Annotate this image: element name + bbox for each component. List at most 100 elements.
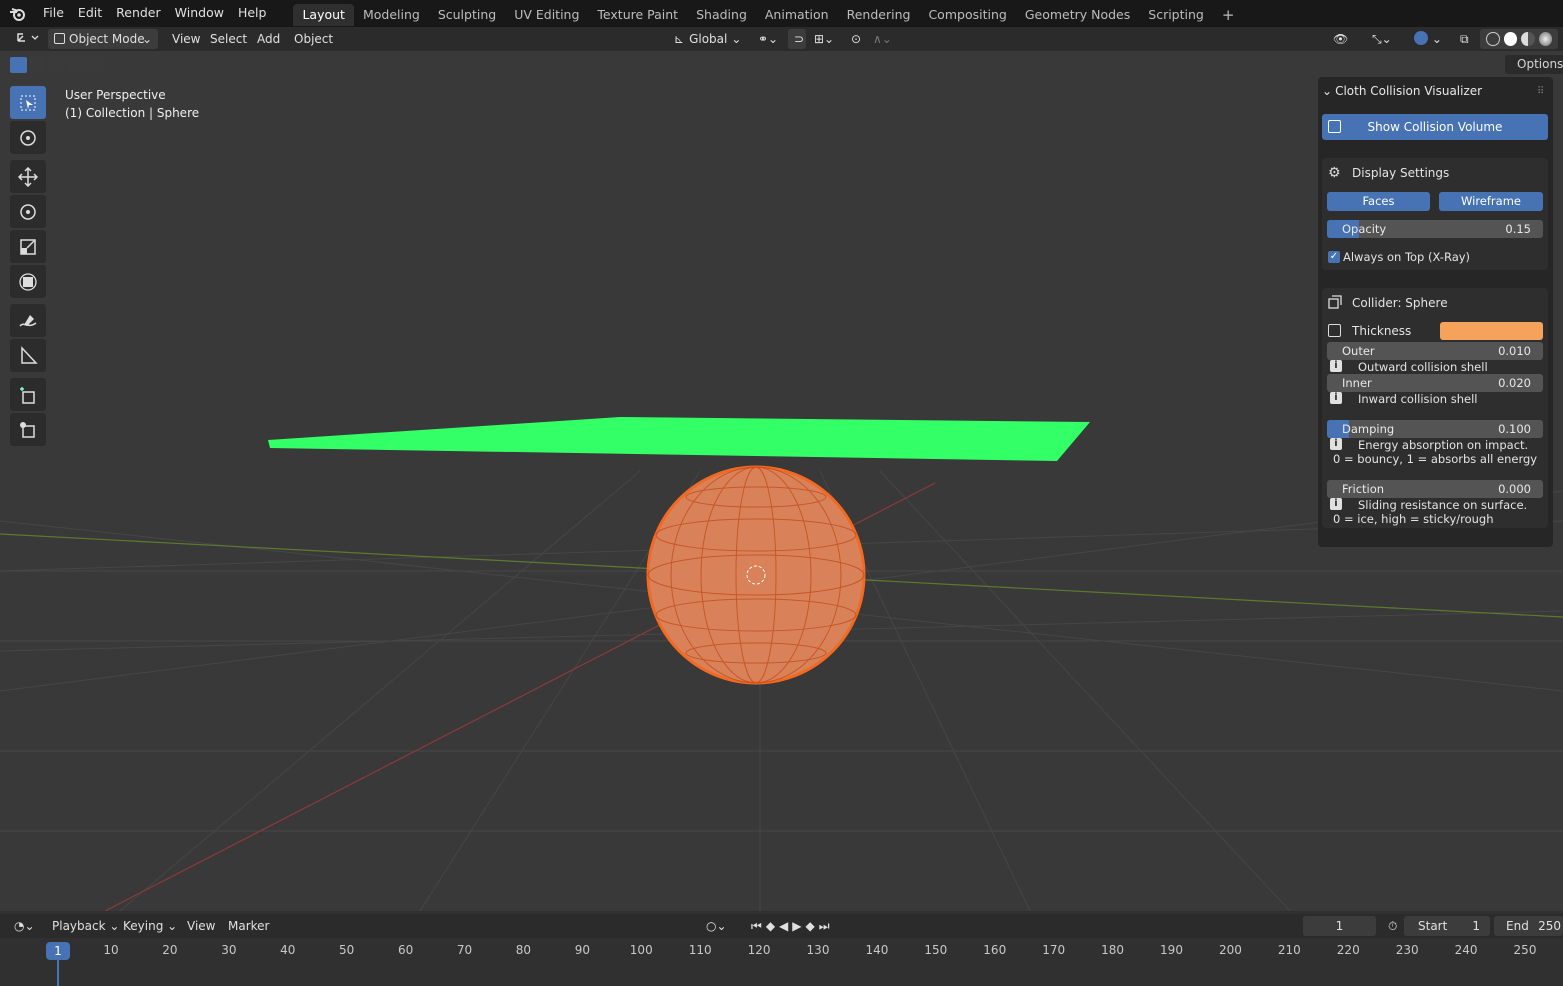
frame-tick-label: 130 xyxy=(806,943,830,957)
menu-marker[interactable]: Marker xyxy=(222,916,275,936)
outer-description: Outward collision shell xyxy=(1358,360,1488,374)
select-intersect-icon[interactable] xyxy=(86,57,103,73)
inner-field[interactable]: Inner 0.020 xyxy=(1327,374,1543,392)
menu-render[interactable]: Render xyxy=(109,0,168,27)
outer-field[interactable]: Outer 0.010 xyxy=(1327,342,1543,360)
proportional-edit-icon[interactable]: ⊙ xyxy=(845,29,863,49)
frame-tick-label: 20 xyxy=(162,943,178,957)
play-reverse-icon[interactable]: ◀ xyxy=(779,919,792,933)
select-invert-icon[interactable] xyxy=(67,57,84,73)
annotate-tool-icon[interactable] xyxy=(10,304,46,337)
cursor-tool-icon[interactable] xyxy=(10,121,46,154)
thickness-color-swatch[interactable] xyxy=(1440,322,1543,340)
menu-edit[interactable]: Edit xyxy=(71,0,109,27)
drag-handle-icon[interactable]: ⠿ xyxy=(1537,86,1544,97)
select-tool-icon[interactable] xyxy=(10,86,46,119)
prev-keyframe-icon[interactable]: ◆ xyxy=(766,919,779,933)
current-frame-field[interactable]: 1 xyxy=(1303,916,1376,936)
menu-view[interactable]: View xyxy=(166,29,206,49)
tab-modeling[interactable]: Modeling xyxy=(354,4,429,26)
snap-target-icon[interactable]: ⊞⌄ xyxy=(808,29,838,49)
tab-layout[interactable]: Layout xyxy=(293,3,354,26)
gizmo-icon[interactable]: ⤡⌄ xyxy=(1366,29,1396,49)
snap-icon[interactable]: ⊃ xyxy=(788,29,806,49)
jump-end-icon[interactable]: ⏭ xyxy=(819,919,834,933)
wireframe-button[interactable]: Wireframe xyxy=(1439,192,1543,211)
start-frame-field[interactable]: Start 1 xyxy=(1404,916,1490,936)
tab-geometry-nodes[interactable]: Geometry Nodes xyxy=(1016,4,1139,26)
pivot-point-icon[interactable]: ⚭⌄ xyxy=(752,29,782,49)
menu-file[interactable]: File xyxy=(36,0,71,27)
select-extend-icon[interactable] xyxy=(29,57,46,73)
menu-window[interactable]: Window xyxy=(168,0,231,27)
menu-keying[interactable]: Keying ⌄ xyxy=(117,916,183,936)
rotate-tool-icon[interactable] xyxy=(10,195,46,228)
tab-compositing[interactable]: Compositing xyxy=(919,4,1015,26)
xray-checkbox[interactable]: ✓ xyxy=(1328,251,1340,263)
wireframe-shading-icon[interactable] xyxy=(1486,32,1500,46)
tab-rendering[interactable]: Rendering xyxy=(838,4,920,26)
show-collision-volume-label: Show Collision Volume xyxy=(1367,120,1503,134)
play-icon[interactable]: ▶ xyxy=(792,919,805,933)
blender-logo-icon[interactable] xyxy=(0,7,36,21)
select-subtract-icon[interactable] xyxy=(48,57,65,73)
stopwatch-icon[interactable]: ⏱ xyxy=(1382,916,1402,936)
editor-type-button[interactable] xyxy=(8,29,40,49)
tab-texture-paint[interactable]: Texture Paint xyxy=(588,4,687,26)
opacity-slider[interactable]: Opacity 0.15 xyxy=(1327,220,1543,238)
outer-value: 0.010 xyxy=(1498,344,1531,358)
friction-field[interactable]: Friction 0.000 xyxy=(1327,480,1543,498)
frame-tick-label: 190 xyxy=(1160,943,1183,957)
cloth-plane[interactable] xyxy=(268,417,1090,461)
tab-sculpting[interactable]: Sculpting xyxy=(429,4,505,26)
show-collision-volume-button[interactable]: Show Collision Volume xyxy=(1322,114,1548,140)
tab-uv-editing[interactable]: UV Editing xyxy=(505,4,588,26)
playhead-frame[interactable]: 1 xyxy=(46,942,70,960)
friction-value: 0.000 xyxy=(1498,482,1531,496)
timeline-editor-type-icon[interactable]: ◔⌄ xyxy=(8,916,40,936)
damping-label: Damping xyxy=(1342,422,1395,436)
tab-shading[interactable]: Shading xyxy=(687,4,756,26)
menu-playback[interactable]: Playback ⌄ xyxy=(46,916,125,936)
menu-object[interactable]: Object xyxy=(288,29,339,49)
jump-start-icon[interactable]: ⏮ xyxy=(751,919,766,933)
mode-selector[interactable]: Object Mode ⌄ xyxy=(48,29,158,49)
timeline-editor[interactable]: ◔⌄ Playback ⌄ Keying ⌄ View Marker ○⌄ ⏮◆… xyxy=(0,911,1563,986)
transform-orientation-icon: ⊾ xyxy=(674,32,685,46)
menu-help[interactable]: Help xyxy=(231,0,274,27)
add-cube-tool-icon[interactable] xyxy=(10,378,46,411)
next-keyframe-icon[interactable]: ◆ xyxy=(806,919,819,933)
measure-tool-icon[interactable] xyxy=(10,339,46,372)
auto-keying-icon[interactable]: ○⌄ xyxy=(700,916,734,936)
scale-tool-icon[interactable] xyxy=(10,230,46,263)
tab-animation[interactable]: Animation xyxy=(756,4,838,26)
display-settings-box: ⚙ Display Settings Faces Wireframe Opaci… xyxy=(1322,158,1548,270)
transform-tool-icon[interactable] xyxy=(10,265,46,298)
collider-sphere[interactable] xyxy=(646,465,866,685)
solid-shading-icon[interactable] xyxy=(1503,32,1518,46)
overlays-icon[interactable]: ⌄ xyxy=(1408,29,1448,49)
options-button[interactable]: Options xyxy=(1505,55,1563,74)
shear-tool-icon[interactable] xyxy=(10,413,46,446)
move-tool-icon[interactable] xyxy=(10,160,46,193)
select-box-icon[interactable] xyxy=(10,57,27,73)
playback-controls: ⏮◆◀▶◆⏭ xyxy=(745,916,865,936)
faces-button[interactable]: Faces xyxy=(1327,192,1430,211)
xray-toggle-icon[interactable]: ⧉ xyxy=(1454,29,1474,49)
menu-add[interactable]: Add xyxy=(251,29,286,49)
start-value: 1 xyxy=(1472,919,1480,933)
end-frame-field[interactable]: End 250 xyxy=(1494,916,1563,936)
menu-timeline-view[interactable]: View xyxy=(181,916,221,936)
tab-scripting[interactable]: Scripting xyxy=(1139,4,1213,26)
orientation-selector[interactable]: ⊾ Global ⌄ xyxy=(668,29,746,49)
add-workspace-button[interactable]: + xyxy=(1213,4,1244,26)
visibility-icon[interactable]: 👁⌄ xyxy=(1327,29,1359,66)
panel-header[interactable]: ⌄ Cloth Collision Visualizer xyxy=(1322,84,1482,98)
damping-slider[interactable]: Damping 0.100 xyxy=(1327,420,1543,438)
panel-title: Cloth Collision Visualizer xyxy=(1335,84,1483,98)
xray-label: Always on Top (X-Ray) xyxy=(1343,250,1471,264)
rendered-shading-icon[interactable] xyxy=(1538,32,1553,46)
falloff-icon[interactable]: ∧⌄ xyxy=(867,29,895,49)
menu-select[interactable]: Select xyxy=(204,29,253,49)
material-shading-icon[interactable] xyxy=(1521,32,1535,46)
